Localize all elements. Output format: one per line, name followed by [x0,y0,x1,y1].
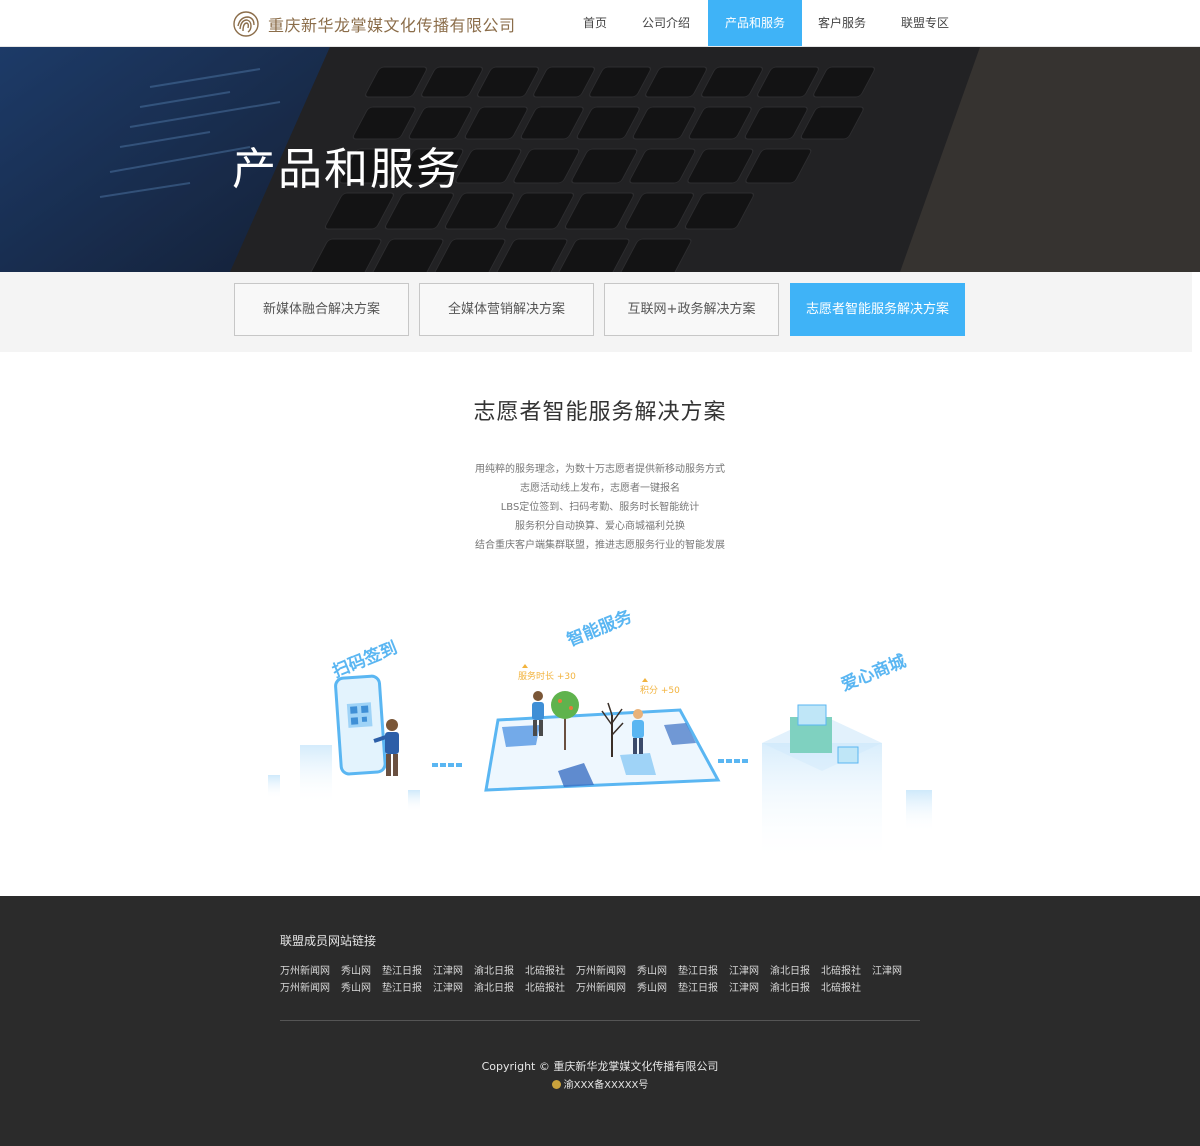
icp-number: 渝XXX备XXXXX号 [563,1080,649,1091]
smart-service-group [484,691,721,792]
hero-banner: 产品和服务 [0,47,1200,272]
nav-products-services[interactable]: 产品和服务 [708,0,802,46]
links-heading: 联盟成员网站链接 [280,934,377,948]
member-site-link[interactable]: 渝北日报 [770,962,810,977]
police-badge-icon [551,1080,561,1089]
description-line: 用纯粹的服务理念，为数十万志愿者提供新移动服务方式 [475,464,725,475]
member-site-link[interactable]: 垫江日报 [382,962,422,977]
member-site-link[interactable]: 江津网 [729,962,759,977]
links-row: 万州新闻网 秀山网 垫江日报 江津网 渝北日报 北碚报社 万州新闻网 秀山网 垫江日报 江津网 渝北… [280,962,913,977]
member-site-link[interactable]: 秀山网 [341,962,371,977]
main-nav: 首页 公司介绍 产品和服务 客户服务 联盟专区 [566,0,968,46]
member-site-link[interactable]: 渝北日报 [474,962,514,977]
arrow-up-icon [522,664,528,668]
member-site-link[interactable]: 北碚报社 [821,962,861,977]
member-site-link[interactable]: 秀山网 [637,962,667,977]
member-site-link[interactable]: 秀山网 [637,979,667,994]
member-site-link[interactable]: 垫江日报 [382,979,422,994]
laptop-keyboard-background [0,47,1200,272]
icp-record[interactable]: 渝XXX备XXXXX号 [0,1076,1200,1091]
site-header: 重庆新华龙掌媒文化传播有限公司 首页 公司介绍 产品和服务 客户服务 联盟专区 [0,0,1200,47]
member-site-link[interactable]: 江津网 [433,979,463,994]
member-site-link[interactable]: 秀山网 [341,979,371,994]
tab-internet-government[interactable]: 互联网+政务解决方案 [604,283,779,336]
member-site-link[interactable]: 万州新闻网 [576,979,626,994]
links-row: 万州新闻网 秀山网 垫江日报 江津网 渝北日报 北碚报社 万州新闻网 秀山网 垫江日报 江津网 渝北… [280,979,872,994]
member-site-link[interactable]: 江津网 [729,979,759,994]
company-name: 重庆新华龙掌媒文化传播有限公司 [268,16,516,35]
site-footer: 联盟成员网站链接 万州新闻网 秀山网 垫江日报 江津网 渝北日报 北碚报社 万州新闻网 秀山网… [0,896,1200,1146]
solution-tabs: 新媒体融合解决方案 全媒体营销解决方案 互联网+政务解决方案 志愿者智能服务解决… [0,272,1192,352]
member-site-link[interactable]: 北碚报社 [525,962,565,977]
description-line: 服务积分自动换算、爱心商城福利兑换 [515,521,685,532]
banner-title: 产品和服务 [232,144,462,195]
fingerprint-logo-icon [233,11,259,37]
member-site-link[interactable]: 万州新闻网 [280,979,330,994]
volunteer-service-illustration: 扫码签到 智能服务 服务时长 +30 积分 +50 爱心商城 [268,606,932,863]
nav-home[interactable]: 首页 [566,0,624,46]
tab-volunteer-smart-service[interactable]: 志愿者智能服务解决方案 [790,283,965,336]
badge-points: 积分 +50 [640,684,680,696]
nav-company-intro[interactable]: 公司介绍 [624,0,708,46]
nav-alliance[interactable]: 联盟专区 [882,0,968,46]
section-title: 志愿者智能服务解决方案 [473,400,727,425]
description-line: LBS定位签到、扫码考勤、服务时长智能统计 [500,502,700,513]
arrow-right-icon [718,759,748,763]
member-site-link[interactable]: 渝北日报 [474,979,514,994]
member-site-link[interactable]: 北碚报社 [821,979,861,994]
love-mall-label: 爱心商城 [838,651,909,696]
member-site-link[interactable]: 江津网 [433,962,463,977]
footer-divider [280,1020,920,1021]
member-site-link[interactable]: 垫江日报 [678,979,718,994]
love-mall-group [762,704,932,863]
description-line: 结合重庆客户端集群联盟，推进志愿服务行业的智能发展 [475,540,725,551]
description: 用纯粹的服务理念，为数十万志愿者提供新移动服务方式 志愿活动线上发布，志愿者一键… [0,460,1200,555]
arrow-right-icon [432,763,462,767]
smart-service-label: 智能服务 [564,606,636,651]
member-site-link[interactable]: 万州新闻网 [280,962,330,977]
description-line: 志愿活动线上发布，志愿者一键报名 [520,483,680,494]
copyright: Copyright © 重庆新华龙掌媒文化传播有限公司 [481,1060,719,1073]
arrow-up-icon [642,678,648,682]
scan-signin-group [268,674,420,812]
company-logo[interactable]: 重庆新华龙掌媒文化传播有限公司 [232,10,516,38]
nav-customer-service[interactable]: 客户服务 [802,0,882,46]
tab-new-media-fusion[interactable]: 新媒体融合解决方案 [234,283,409,336]
member-site-link[interactable]: 万州新闻网 [576,962,626,977]
badge-service-hours: 服务时长 +30 [518,670,576,682]
member-site-link[interactable]: 江津网 [872,962,902,977]
member-site-link[interactable]: 渝北日报 [770,979,810,994]
member-site-link[interactable]: 垫江日报 [678,962,718,977]
tab-all-media-marketing[interactable]: 全媒体营销解决方案 [419,283,594,336]
member-site-link[interactable]: 北碚报社 [525,979,565,994]
